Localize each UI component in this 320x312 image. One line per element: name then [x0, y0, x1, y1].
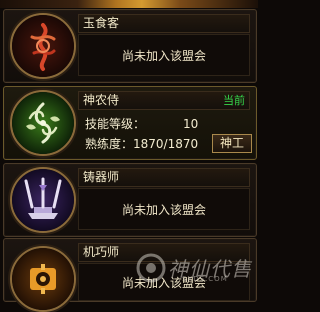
flame-knot-icon — [12, 15, 74, 77]
guild-name: 机巧师 — [83, 245, 120, 259]
guild-panel-zhuqishi[interactable]: 铸器师 尚未加入该盟会 — [3, 163, 257, 237]
guild-name: 玉食客 — [83, 16, 120, 30]
guild-body: 尚未加入该盟会 — [78, 34, 250, 76]
guild-title-bar: 铸器师 — [78, 168, 250, 187]
guild-emblem-shennongshi — [10, 90, 76, 156]
forge-weapons-icon — [12, 169, 74, 231]
skill-level-label: 技能等级： — [85, 117, 146, 131]
membership-status: 尚未加入该盟会 — [121, 203, 206, 217]
guild-emblem-zhuqishi — [10, 167, 76, 233]
leaf-swirl-icon — [12, 92, 74, 154]
guild-emblem-yushike — [10, 13, 76, 79]
guild-panel-yushike[interactable]: 玉食客 尚未加入该盟会 — [3, 9, 257, 83]
watermark-url: SXDS.COM — [182, 275, 228, 283]
guild-panel-shennongshi[interactable]: 神农侍 当前 技能等级： 10 熟练度： 1870/1870 神工 — [3, 86, 257, 160]
proficiency-label: 熟练度： — [85, 137, 134, 151]
proficiency-value: 1870/1870 — [133, 137, 199, 151]
membership-status: 尚未加入该盟会 — [121, 49, 206, 63]
skill-level-value: 10 — [183, 117, 199, 131]
guild-title-bar: 玉食客 — [78, 14, 250, 33]
watermark-logo-icon — [136, 253, 166, 283]
guild-name: 铸器师 — [83, 170, 120, 184]
guild-emblem-jiqiaoshi — [10, 246, 76, 312]
top-banner — [0, 0, 258, 8]
guild-name: 神农侍 — [83, 93, 120, 107]
guild-body: 尚未加入该盟会 — [78, 188, 250, 230]
shengong-button[interactable]: 神工 — [212, 134, 252, 153]
current-badge: 当前 — [223, 94, 245, 107]
watermark: 神仙代售 SXDS.COM — [134, 251, 254, 287]
guild-title-bar: 神农侍 当前 — [78, 91, 250, 110]
gear-box-icon — [12, 248, 74, 310]
